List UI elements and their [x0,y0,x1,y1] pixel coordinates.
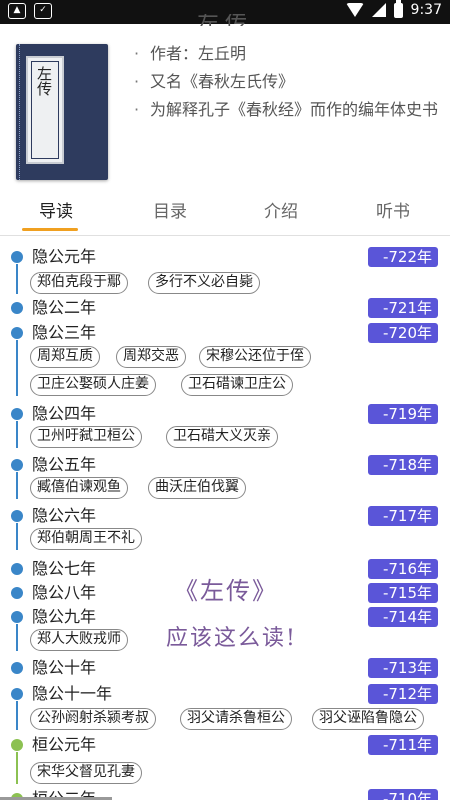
author-line: 作者：左丘明 [134,42,440,66]
page-title: 左传 [0,14,450,26]
event-chip[interactable]: 卫石碏大义灭亲 [166,426,278,448]
event-chip[interactable]: 公孙阏射杀颍考叔 [30,708,156,730]
timeline-connector [16,264,18,294]
event-chip[interactable]: 郑伯朝周王不礼 [30,528,142,550]
event-chip[interactable]: 宋穆公还位于侄 [199,346,311,368]
reign-year-label[interactable]: 隐公四年 [32,403,96,425]
year-badge: -711年 [368,735,438,755]
description-line: 为解释孔子《春秋经》而作的编年体史书 [134,98,440,122]
cover-label: 左传 [26,56,64,164]
promo-subtitle: 应该这么读! [166,626,297,651]
year-badge: -710年 [368,789,438,800]
timeline-connector [16,472,18,499]
timeline-connector [16,624,18,651]
year-badge: -720年 [368,323,438,343]
tab-contents[interactable]: 目录 [120,198,220,226]
reign-year-label[interactable]: 隐公十一年 [32,683,112,705]
event-chip[interactable]: 郑人大败戎师 [30,629,128,651]
alias-line: 又名《春秋左氏传》 [134,70,440,94]
reign-year-label[interactable]: 隐公二年 [32,297,96,319]
year-badge: -718年 [368,455,438,475]
timeline-dot [11,327,23,339]
year-badge: -714年 [368,607,438,627]
book-cover[interactable]: 左传 [16,44,108,180]
year-badge: -722年 [368,247,438,267]
reign-year-label[interactable]: 隐公九年 [32,606,96,628]
timeline-dot [11,662,23,674]
year-badge: -715年 [368,583,438,603]
timeline-dot [11,510,23,522]
reign-year-label[interactable]: 隐公元年 [32,246,96,268]
tab-audio[interactable]: 听书 [343,198,443,226]
promo-title: 《左传》 [174,577,278,605]
tab-guide[interactable]: 导读 [6,198,106,226]
book-info: 作者：左丘明 又名《春秋左氏传》 为解释孔子《春秋经》而作的编年体史书 [134,42,440,126]
tab-intro[interactable]: 介绍 [231,198,331,226]
event-chip[interactable]: 羽父诬陷鲁隐公 [312,708,424,730]
year-badge: -713年 [368,658,438,678]
reign-year-label[interactable]: 隐公七年 [32,558,96,580]
reign-year-label[interactable]: 隐公五年 [32,454,96,476]
reign-year-label[interactable]: 隐公八年 [32,582,96,604]
event-chip[interactable]: 臧僖伯谏观鱼 [30,477,128,499]
timeline-dot [11,611,23,623]
timeline-dot [11,251,23,263]
event-chip[interactable]: 卫石碏谏卫庄公 [181,374,293,396]
timeline-dot [11,302,23,314]
reign-year-label[interactable]: 隐公三年 [32,322,96,344]
timeline-dot [11,739,23,751]
reign-year-label[interactable]: 隐公十年 [32,657,96,679]
timeline-connector [16,701,18,730]
timeline-dot [11,408,23,420]
event-chip[interactable]: 曲沃庄伯伐翼 [148,477,246,499]
event-chip[interactable]: 羽父请杀鲁桓公 [180,708,292,730]
timeline-connector [16,340,18,396]
event-chip[interactable]: 宋华父督见孔妻 [30,762,142,784]
year-badge: -716年 [368,559,438,579]
timeline-connector [16,752,18,784]
year-badge: -721年 [368,298,438,318]
timeline-connector [16,523,18,550]
event-chip[interactable]: 周郑互质 [30,346,100,368]
reign-year-label[interactable]: 隐公六年 [32,505,96,527]
timeline-dot [11,459,23,471]
timeline-dot [11,688,23,700]
event-chip[interactable]: 卫州吁弑卫桓公 [30,426,142,448]
timeline-connector [16,421,18,448]
event-chip[interactable]: 多行不义必自毙 [148,272,260,294]
reign-year-label[interactable]: 桓公元年 [32,734,96,756]
tab-bar: 导读 目录 介绍 听书 [0,198,450,234]
timeline-dot [11,563,23,575]
year-badge: -712年 [368,684,438,704]
event-chip[interactable]: 卫庄公娶硕人庄姜 [30,374,156,396]
timeline-list: 隐公元年 -722年郑伯克段于鄢 多行不义必自毙隐公二年 -721年隐公三年 -720年… [0,236,450,800]
year-badge: -719年 [368,404,438,424]
event-chip[interactable]: 周郑交恶 [116,346,186,368]
year-badge: -717年 [368,506,438,526]
event-chip[interactable]: 郑伯克段于鄢 [30,272,128,294]
timeline-dot [11,587,23,599]
active-tab-indicator [22,228,78,231]
